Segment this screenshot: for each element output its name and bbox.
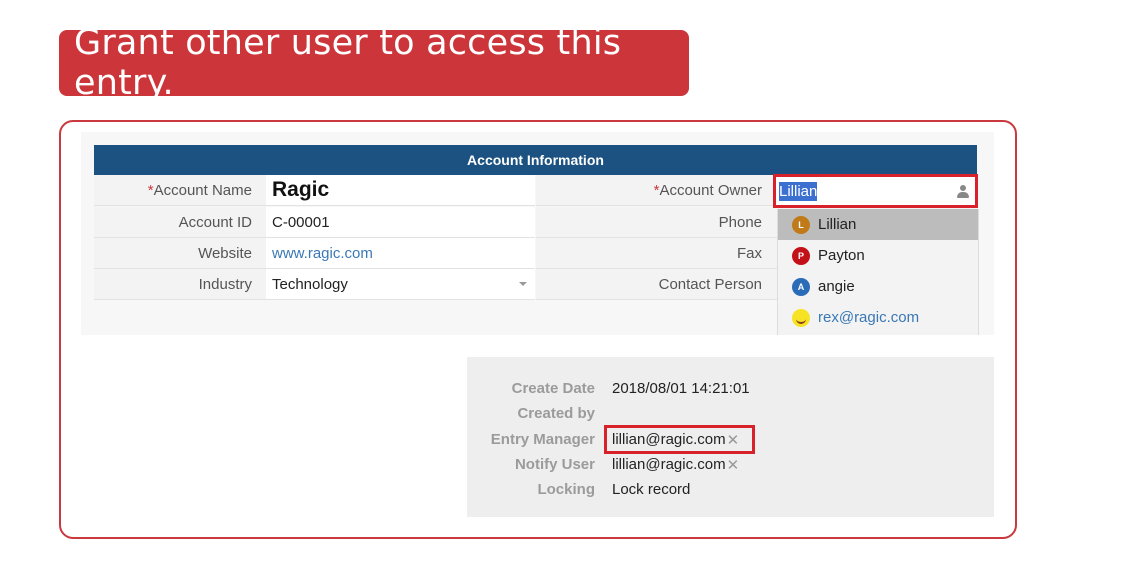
field-label: Website	[94, 238, 266, 268]
smiley-avatar-icon	[792, 308, 810, 327]
field-label: Phone	[536, 207, 776, 237]
option-label: Lillian	[818, 216, 857, 233]
field-label: Fax	[536, 238, 776, 268]
label-text: Account Name	[153, 181, 252, 199]
dropdown-option[interactable]: L Lillian	[778, 209, 978, 240]
field-account-name: * Account Name Ragic	[94, 175, 535, 206]
field-label: Contact Person	[536, 269, 776, 299]
option-label: rex@ragic.com	[818, 309, 920, 326]
instruction-banner: Grant other user to access this entry.	[59, 23, 689, 103]
dropdown-option[interactable]: rex@ragic.com	[778, 302, 978, 333]
owner-dropdown: L Lillian P Payton A angie rex@ragic.com	[777, 209, 979, 335]
lock-record-link[interactable]: Lock record	[612, 481, 690, 498]
banner-title: Grant other user to access this entry.	[74, 23, 622, 103]
section-title: Account Information	[467, 152, 604, 168]
industry-select[interactable]: Technology	[266, 269, 535, 299]
section-header: Account Information	[94, 145, 977, 175]
info-created-by: Created by	[467, 401, 612, 426]
user-icon[interactable]	[957, 185, 969, 199]
notify-user-email: lillian@ragic.com	[612, 456, 726, 473]
industry-value: Technology	[272, 275, 348, 293]
owner-selected-text: Lillian	[779, 181, 818, 201]
field-label: Account ID	[94, 207, 266, 237]
field-account-id: Account ID C-00001	[94, 207, 535, 238]
remove-icon[interactable]: ✕	[727, 456, 740, 474]
field-label: Industry	[94, 269, 266, 299]
avatar: L	[792, 215, 810, 234]
field-label: * Account Name	[94, 175, 266, 205]
option-label: Payton	[818, 247, 865, 264]
info-label: Entry Manager	[490, 431, 595, 448]
avatar: P	[792, 246, 810, 265]
notify-user-value[interactable]: lillian@ragic.com ✕	[612, 456, 739, 474]
info-label: Create Date	[511, 380, 595, 397]
account-owner-input[interactable]: Lillian	[773, 174, 978, 208]
field-label: * Account Owner	[536, 175, 776, 205]
website-input[interactable]: www.ragic.com	[266, 238, 535, 268]
option-label: angie	[818, 278, 855, 295]
info-notify-user: Notify User lillian@ragic.com ✕	[467, 452, 739, 477]
account-name-value: Ragic	[272, 178, 330, 201]
chevron-down-icon[interactable]	[519, 282, 527, 286]
field-industry: Industry Technology	[94, 269, 535, 300]
account-name-input[interactable]: Ragic	[266, 175, 535, 205]
info-label: Locking	[537, 481, 595, 498]
avatar: A	[792, 277, 810, 296]
field-website: Website www.ragic.com	[94, 238, 535, 269]
info-value: 2018/08/01 14:21:01	[612, 380, 750, 397]
info-create-date: Create Date 2018/08/01 14:21:01	[467, 376, 750, 401]
info-label: Notify User	[514, 456, 595, 473]
website-link[interactable]: www.ragic.com	[272, 245, 373, 262]
dropdown-option[interactable]: P Payton	[778, 240, 978, 271]
dropdown-option[interactable]: A angie	[778, 271, 978, 302]
info-label: Created by	[517, 405, 595, 422]
label-text: Account Owner	[659, 181, 762, 199]
info-locking: Locking Lock record	[467, 477, 690, 502]
account-id-value[interactable]: C-00001	[266, 207, 535, 237]
entry-manager-highlight	[604, 425, 755, 454]
